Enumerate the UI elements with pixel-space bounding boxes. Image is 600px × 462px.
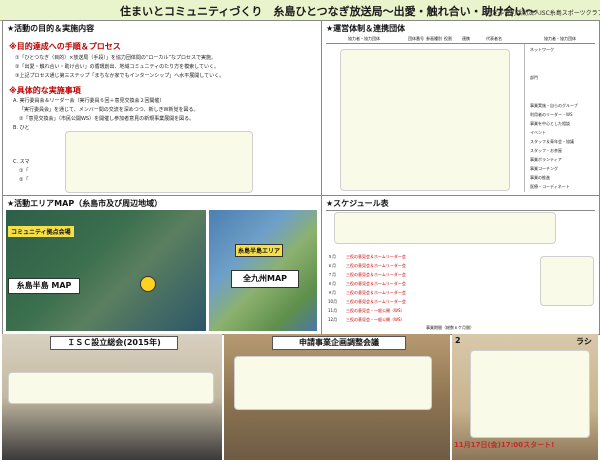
kyushu-map: 糸島半島エリア 全九州MAP (209, 210, 317, 331)
col-type: 参画種別 (426, 36, 442, 41)
kyushu-map-label: 全九州MAP (231, 270, 299, 288)
process-line-1: ①「ひとつなぎ（目的）×放送局（手段）」を協力団体間の“ローカル”なプロセスで実… (15, 55, 217, 61)
schedule-month: ７月 (328, 272, 336, 277)
col-role: 役割 (444, 36, 452, 41)
right-row-2: ネットワーク (530, 47, 554, 52)
schedule-bar: 三役の意見会＆ホームリーダー会 (346, 299, 406, 304)
detail-item-a1: 「実行委員会」を通じて、メンバー間の交流を深めつつ、新しきW新覚を図る。 (19, 107, 199, 113)
photo-caption-1: ＩＳＣ設立総会(2015年) (50, 336, 178, 350)
itoshima-map: コミュニティ拠点会場 糸島半島 MAP (6, 210, 206, 331)
process-line-2: ②「出愛・触れ合い・助け合い」の循環創出、地域コミュニティのたり方を模索していく… (15, 64, 220, 70)
right-row-16: 事業の推進 (530, 175, 550, 180)
redaction-box (540, 256, 594, 306)
management-panel: ★運営体制＆連携団体 協力者・協力団体 団体番号 参画種別 役割 連携 代表者名… (321, 20, 600, 196)
community-venue-tag: コミュニティ拠点会場 (8, 226, 74, 237)
process-subheader: ※目的達成への手順＆プロセス (9, 42, 121, 51)
area-map-header: ★活動エリアMAP（糸島市及び周辺地域） (7, 199, 163, 208)
schedule-month: 10月 (328, 299, 338, 304)
right-row-9: 利用者のリーダー・WS (530, 112, 573, 117)
schedule-panel: ★スケジュール表 ５月 ６月 ７月 ８月 ９月 10月 11月 12月 三役の意… (321, 195, 600, 335)
col-number: 団体番号 (408, 36, 424, 41)
right-row-17: 医療・コーディネート (530, 184, 570, 189)
col-partner-2: 協力者・協力団体 (544, 36, 576, 41)
itoshima-area-tag: 糸島半島エリア (235, 244, 284, 257)
purpose-header: ★活動の目的＆実施内容 (7, 24, 95, 33)
schedule-month: 12月 (328, 317, 338, 322)
schedule-bar: 三役の意見会・一般公開（WS） (346, 317, 405, 322)
redaction-box (340, 49, 510, 191)
right-row-15: 事業コーチング (530, 166, 558, 171)
col-rep: 代表者名 (486, 36, 502, 41)
page-title: 住まいとコミュニティづくり 糸島ひとつなぎ放送局〜出愛・触れ合い・助け合い〜 (120, 5, 537, 18)
schedule-month: 11月 (328, 308, 338, 313)
schedule-bar: 三役の意見会＆ホームリーダー会 (346, 281, 406, 286)
redaction-box (470, 350, 590, 438)
right-row-12: スタッフ＆青年会・協議 (530, 139, 574, 144)
schedule-bar: 三役の意見会＆ホームリーダー会 (346, 254, 406, 259)
photo-caption-3-start: 2 (455, 336, 461, 345)
schedule-month: ６月 (328, 263, 336, 268)
schedule-bar: 三役の意見会＆ホームリーダー会 (346, 290, 406, 295)
redaction-box (8, 372, 214, 404)
schedule-bar: 三役の意見会＆ホームリーダー会 (346, 272, 406, 277)
redaction-box (334, 212, 556, 244)
detail-item-c1: ①「 (19, 168, 29, 174)
schedule-footer: 事業期間（総数６ケ月間） (426, 325, 474, 330)
redaction-box (65, 131, 253, 193)
redaction-box (234, 356, 432, 410)
detail-item-c2: ②「 (19, 177, 29, 183)
photo-caption-3-end: ラシ (576, 337, 592, 346)
detail-item-b: B. ひと (13, 125, 30, 131)
purpose-panel: ★活動の目的＆実施内容 ※目的達成への手順＆プロセス ①「ひとつなぎ（目的）×放… (2, 20, 322, 196)
table-divider (524, 44, 525, 192)
area-map-panel: ★活動エリアMAP（糸島市及び周辺地域） コミュニティ拠点会場 糸島半島 MAP… (2, 195, 322, 335)
col-link: 連携 (462, 36, 470, 41)
schedule-month: ５月 (328, 254, 336, 259)
right-row-10: 事業を中心とした相談 (530, 121, 570, 126)
detail-item-a2: ②「意見交換会」（市民公開WS）を開催し参加者意見の新規事業展開を図る。 (19, 116, 195, 122)
right-row-5: 部門 (530, 75, 538, 80)
itoshima-map-label: 糸島半島 MAP (8, 278, 80, 294)
title-bar: 住まいとコミュニティづくり 糸島ひとつなぎ放送局〜出愛・触れ合い・助け合い〜 特… (0, 0, 600, 21)
details-subheader: ※具体的な実施事項 (9, 86, 81, 95)
detail-item-c: C. スマ (13, 159, 30, 165)
schedule-month: ８月 (328, 281, 336, 286)
process-line-3: ③上記プロセス通じ第三ステップ「まちなか家でもインターンシップ」へ水平展開してい… (15, 73, 225, 79)
organization-name: 特定非営利活動法人ISC糸島スポーツクラブ (486, 10, 600, 17)
start-date-banner: 11月17日(金)17:00スタート! (454, 441, 555, 449)
col-partner: 協力者・協力団体 (348, 36, 380, 41)
management-header: ★運営体制＆連携団体 (326, 24, 406, 33)
right-row-14: 事業ボランティア (530, 157, 562, 162)
management-table-header: 協力者・協力団体 団体番号 参画種別 役割 連携 代表者名 協力者・協力団体 (326, 35, 595, 43)
right-row-8: 事業実施・自らのグループ (530, 103, 578, 108)
schedule-month: ９月 (328, 290, 336, 295)
right-row-13: スタッフ・お茶屋 (530, 148, 562, 153)
detail-item-a: A. 実行委員会＆リーダー会（実行委員６回＋意見交換会２回開催） (13, 98, 165, 104)
schedule-bar: 三役の意見会＆ホームリーダー会 (346, 263, 406, 268)
smile-icon (140, 276, 156, 292)
photo-caption-2: 申請事業企画調整会議 (272, 336, 406, 350)
schedule-bar: 三役の意見会・一般公開（WS） (346, 308, 405, 313)
right-row-11: イベント (530, 130, 546, 135)
schedule-header: ★スケジュール表 (326, 199, 389, 208)
